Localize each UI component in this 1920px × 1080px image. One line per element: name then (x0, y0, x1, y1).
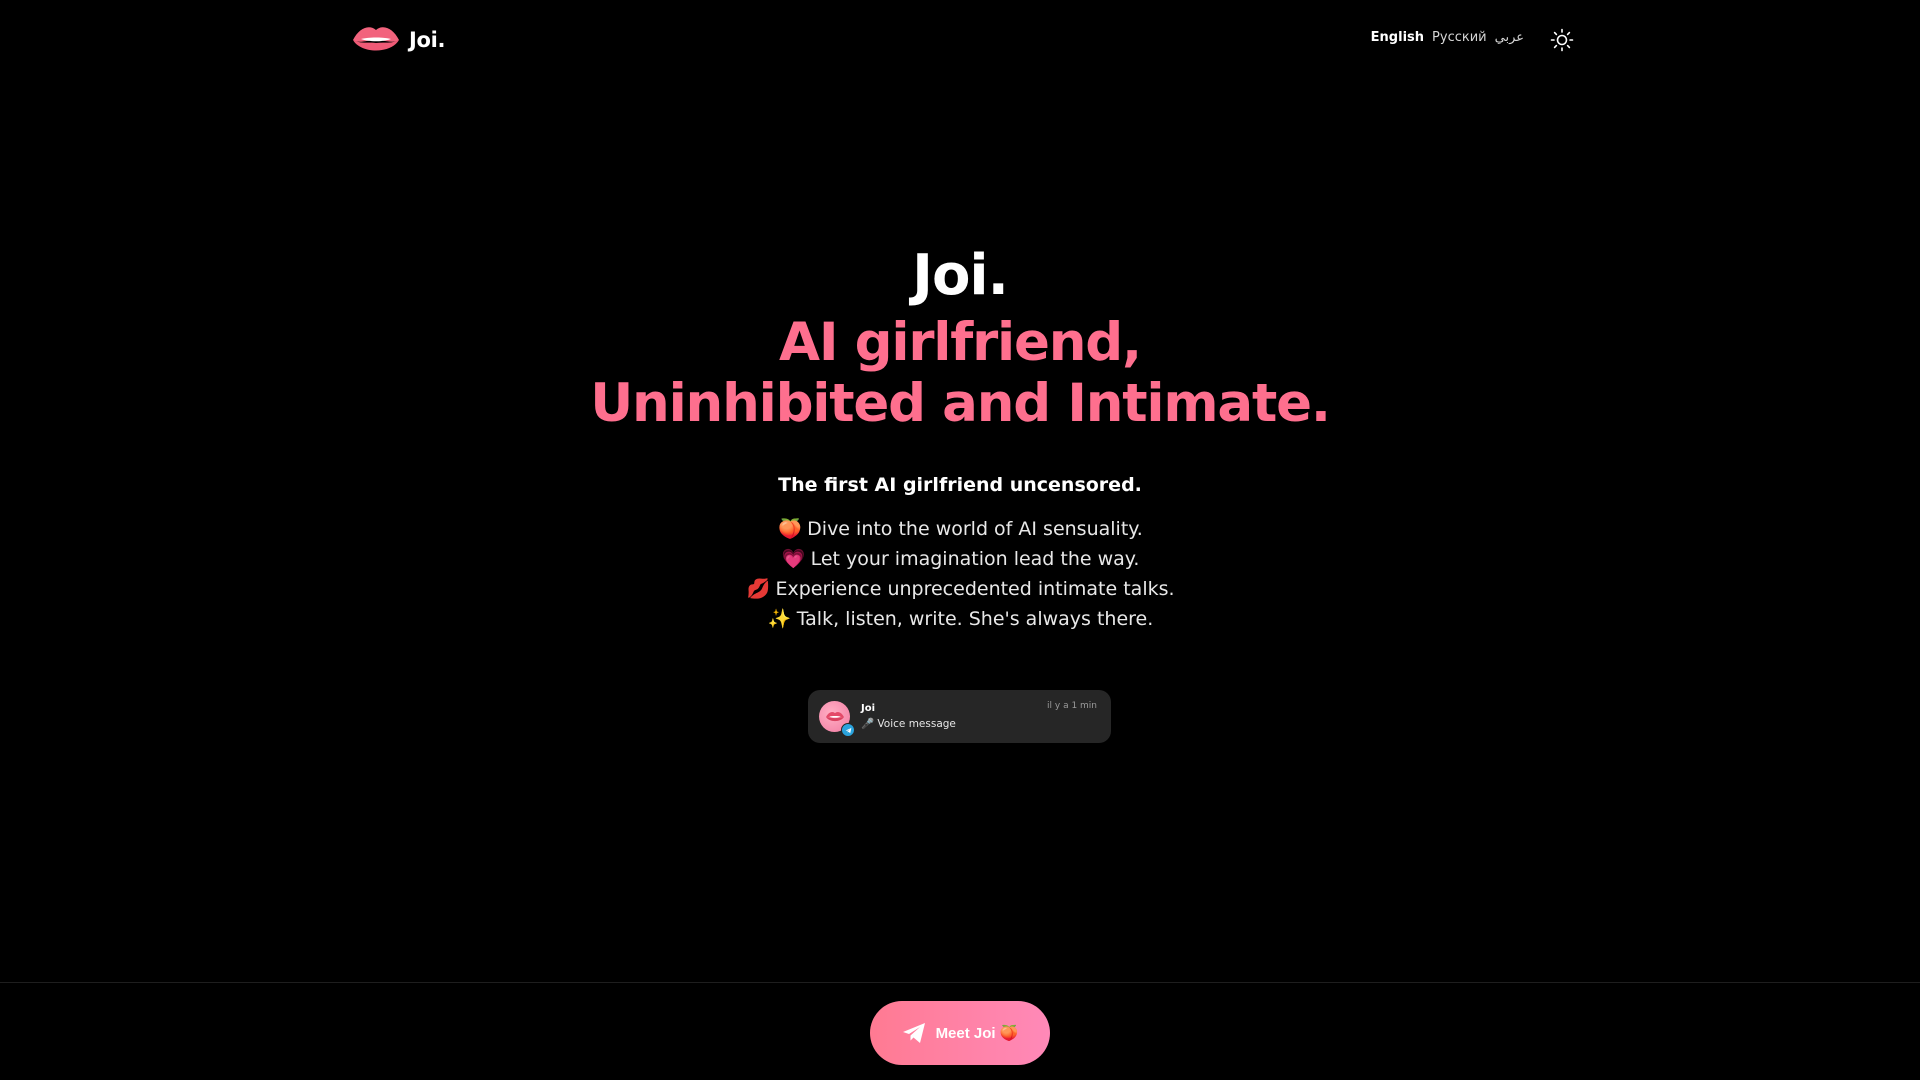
feature-text: Let your imagination lead the way. (810, 548, 1140, 570)
language-english[interactable]: English (1371, 30, 1424, 45)
notification-time: il y a 1 min (1047, 701, 1097, 711)
feature-item: 🍑 Dive into the world of AI sensuality. (0, 514, 1920, 544)
kiss-icon: 💋 (746, 578, 771, 600)
language-switcher: English Русский عربي (1371, 30, 1524, 45)
telegram-plane-icon (902, 1023, 925, 1043)
hero-title: AI girlfriend, Uninhibited and Intimate. (0, 312, 1920, 434)
bottom-cta-bar: Meet Joi 🍑 (0, 982, 1920, 1080)
telegram-badge (841, 723, 855, 737)
logo-link[interactable]: Joi. (351, 22, 446, 58)
feature-list: 🍑 Dive into the world of AI sensuality. 💗… (0, 514, 1920, 634)
sun-icon (1550, 28, 1574, 52)
hero-title-line-2: Uninhibited and Intimate. (590, 373, 1331, 434)
logo-text: Joi. (409, 28, 446, 52)
feature-text: Experience unprecedented intimate talks. (775, 578, 1175, 600)
tagline: The first AI girlfriend uncensored. (778, 474, 1142, 496)
notification-sender: Joi (861, 703, 876, 714)
theme-toggle-button[interactable] (1549, 27, 1575, 53)
feature-item: 💗 Let your imagination lead the way. (0, 544, 1920, 574)
hero-brand: Joi. (912, 243, 1009, 308)
feature-text: Dive into the world of AI sensuality. (807, 518, 1143, 540)
hero-section: Joi. AI girlfriend, Uninhibited and Inti… (0, 240, 1920, 634)
cta-label: Meet Joi 🍑 (935, 1025, 1019, 1042)
lips-icon (353, 27, 399, 51)
voice-message-notification[interactable]: Joi 🎤 Voice message il y a 1 min (808, 690, 1111, 743)
meet-joi-button[interactable]: Meet Joi 🍑 (870, 1001, 1050, 1065)
telegram-icon (845, 727, 851, 733)
hero-title-line-1: AI girlfriend, (779, 312, 1142, 373)
feature-text: Talk, listen, write. She's always there. (796, 608, 1154, 630)
heart-icon: 💗 (781, 548, 806, 570)
language-russian[interactable]: Русский (1432, 30, 1487, 45)
feature-item: ✨ Talk, listen, write. She's always there… (0, 604, 1920, 634)
notification-message: 🎤 Voice message (861, 718, 956, 730)
feature-item: 💋 Experience unprecedented intimate talks… (0, 574, 1920, 604)
lips-icon (825, 711, 844, 721)
language-arabic[interactable]: عربي (1495, 30, 1524, 45)
sparkles-icon: ✨ (767, 608, 792, 630)
landing-page: Joi. English Русский عربي Joi. AI girlfr… (0, 0, 1920, 1080)
peach-icon: 🍑 (778, 518, 802, 540)
